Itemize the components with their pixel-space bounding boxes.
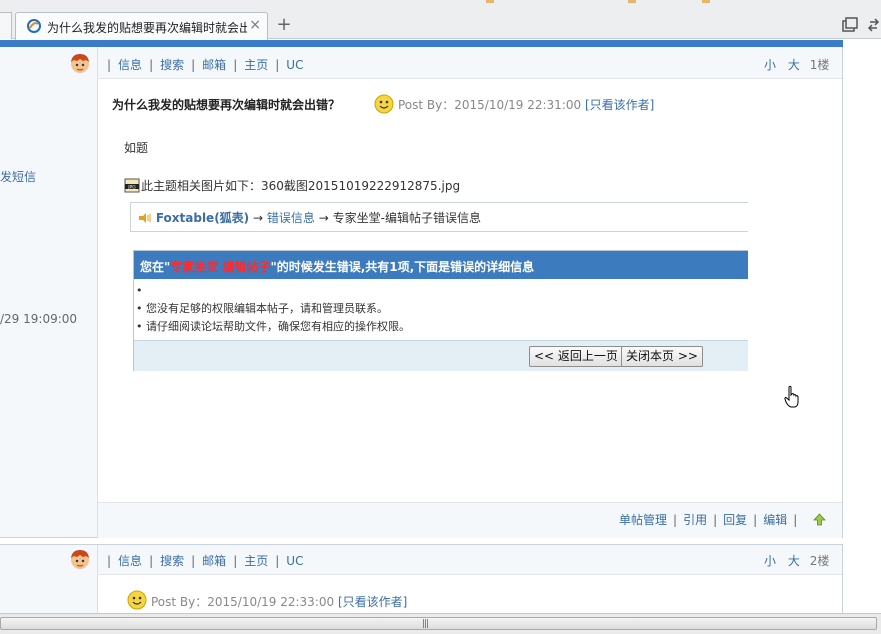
breadcrumb-section[interactable]: 错误信息 <box>267 211 315 225</box>
send-sms-link[interactable]: 发短信 <box>0 168 36 185</box>
error-header-text: 您在"专家坐堂 编辑帖子"的时候发生错误,共有1项,下面是错误的详细信息 <box>140 260 535 274</box>
font-small-link[interactable]: 小 <box>764 58 776 72</box>
browser-tab-bar: 为什么我发的贴想要再次编辑时就会出 × + <box>0 0 881 40</box>
post-2-size-controls: 小 大 2楼 <box>764 552 829 569</box>
active-tab[interactable]: 为什么我发的贴想要再次编辑时就会出 × <box>15 12 268 40</box>
nav-mail-link[interactable]: 邮箱 <box>202 554 226 568</box>
sync-icon[interactable] <box>866 16 881 34</box>
post-body: 如题 <box>124 141 149 155</box>
post-2-nav: | 信息 | 搜索 | 邮箱 | 主页 | UC <box>107 554 304 568</box>
new-tab-button[interactable]: + <box>271 13 297 37</box>
font-large-link[interactable]: 大 <box>788 554 800 568</box>
error-header: 您在"专家坐堂 编辑帖子"的时候发生错误,共有1项,下面是错误的详细信息 <box>134 251 748 279</box>
back-button[interactable]: << 返回上一页 <box>529 346 623 367</box>
tab-strip-mark <box>628 0 636 3</box>
error-item: • 您没有足够的权限编辑本帖子，请和管理员联系。 <box>136 302 388 315</box>
manage-post-link[interactable]: 单帖管理 <box>619 513 667 527</box>
nav-search-link[interactable]: 搜索 <box>160 58 184 72</box>
tab-list-icon[interactable] <box>841 16 859 34</box>
user-last-active-time: /29 19:09:00 <box>0 312 78 326</box>
horizontal-scrollbar[interactable]: ||| <box>0 613 881 634</box>
error-item: • <box>136 284 143 297</box>
post-date: Post By：2015/10/19 22:31:00 <box>398 98 582 112</box>
nav-mail-link[interactable]: 邮箱 <box>202 58 226 72</box>
breadcrumb-site[interactable]: Foxtable(狐表) <box>156 211 249 225</box>
post-title: 为什么我发的贴想要再次编辑时就会出错？ <box>112 98 341 112</box>
post-1-size-controls: 小 大 1楼 <box>764 56 829 73</box>
breadcrumb-page: 专家坐堂-编辑帖子错误信息 <box>332 211 481 225</box>
font-large-link[interactable]: 大 <box>788 58 800 72</box>
user-avatar-icon[interactable] <box>69 52 91 74</box>
nav-uc-link[interactable]: UC <box>286 58 303 72</box>
nav-home-link[interactable]: 主页 <box>244 58 268 72</box>
nav-home-link[interactable]: 主页 <box>244 554 268 568</box>
smiley-icon <box>127 590 147 610</box>
nav-uc-link[interactable]: UC <box>286 554 303 568</box>
error-item: • 请仔细阅读论坛帮助文件，确保您有相应的操作权限。 <box>136 320 410 333</box>
only-author-link[interactable]: [只看该作者] <box>338 595 407 609</box>
post-1-user-column <box>0 47 98 537</box>
error-list: • • 您没有足够的权限编辑本帖子，请和管理员联系。 • 请仔细阅读论坛帮助文件… <box>134 282 748 336</box>
smiley-icon <box>374 94 394 114</box>
post-date: Post By：2015/10/19 22:33:00 <box>151 595 335 609</box>
attachment-link[interactable]: 此主题相关图片如下：360截图20151019222912875.jpg <box>124 177 460 194</box>
tab-strip-mark <box>486 0 494 3</box>
reply-link[interactable]: 回复 <box>723 513 747 527</box>
scrollbar-grip-icon: ||| <box>422 619 429 629</box>
user-avatar-icon[interactable] <box>69 548 91 570</box>
quote-link[interactable]: 引用 <box>683 513 707 527</box>
tab-title: 为什么我发的贴想要再次编辑时就会出 <box>47 21 247 35</box>
only-author-link[interactable]: [只看该作者] <box>585 98 654 112</box>
post-1-meta: Post By：2015/10/19 22:31:00 [只看该作者] <box>398 96 654 113</box>
font-small-link[interactable]: 小 <box>764 554 776 568</box>
previous-tab[interactable] <box>0 12 12 39</box>
speaker-icon <box>139 213 151 223</box>
hand-cursor-icon <box>784 385 799 408</box>
close-page-button[interactable]: 关闭本页 >> <box>621 346 703 367</box>
post-1-actions: 单帖管理 | 引用 | 回复 | 编辑 | <box>619 513 798 527</box>
nav-search-link[interactable]: 搜索 <box>160 554 184 568</box>
page-top-bar <box>0 40 843 47</box>
floor-number: 2楼 <box>809 554 830 568</box>
forum-favicon-icon <box>27 19 41 33</box>
post-2-meta: Post By：2015/10/19 22:33:00 [只看该作者] <box>151 593 407 610</box>
error-highlight: 专家坐堂 编辑帖子 <box>170 260 271 274</box>
post-1-nav: | 信息 | 搜索 | 邮箱 | 主页 | UC <box>107 58 304 72</box>
tab-strip-mark <box>702 0 710 3</box>
back-to-top-icon[interactable] <box>813 513 826 526</box>
tab-close-icon[interactable]: × <box>249 17 261 33</box>
scrollbar-thumb[interactable]: ||| <box>0 617 877 630</box>
nav-info-link[interactable]: 信息 <box>118 58 142 72</box>
error-breadcrumb: Foxtable(狐表) → 错误信息 → 专家坐堂-编辑帖子错误信息 <box>138 209 481 226</box>
nav-info-link[interactable]: 信息 <box>118 554 142 568</box>
error-buttons-bar: << 返回上一页 关闭本页 >> <box>134 340 748 371</box>
error-panel: 您在"专家坐堂 编辑帖子"的时候发生错误,共有1项,下面是错误的详细信息 • •… <box>133 250 748 371</box>
edit-link[interactable]: 编辑 <box>763 513 787 527</box>
floor-number: 1楼 <box>809 58 830 72</box>
